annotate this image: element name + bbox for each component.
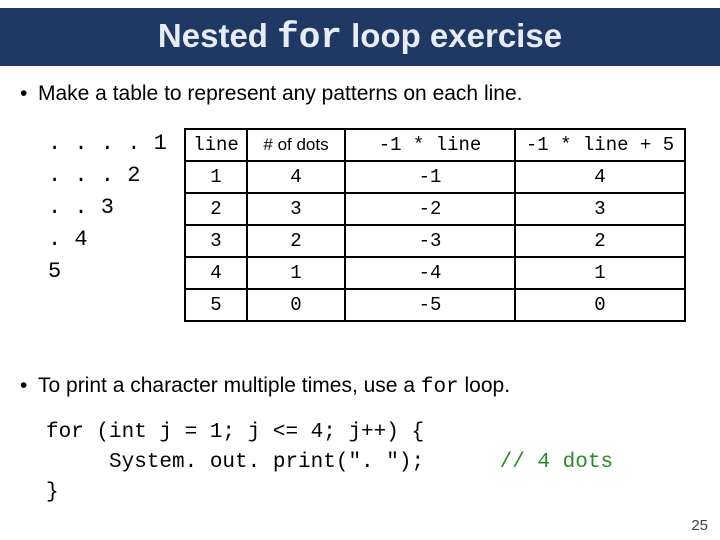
th-line: line bbox=[185, 129, 247, 161]
title-part1: Nested bbox=[158, 17, 277, 54]
table-row: 1 4 -1 4 bbox=[185, 161, 685, 193]
table-row: 5 0 -5 0 bbox=[185, 289, 685, 321]
cell: 0 bbox=[515, 289, 685, 321]
cell: 1 bbox=[185, 161, 247, 193]
code-line-1: for (int j = 1; j <= 4; j++) { bbox=[46, 421, 424, 444]
cell: 1 bbox=[247, 257, 345, 289]
cell: -5 bbox=[345, 289, 515, 321]
pattern-line-5: 5 bbox=[48, 259, 61, 284]
bullet-dot-icon: • bbox=[20, 374, 38, 398]
cell: 5 bbox=[185, 289, 247, 321]
bullet-1: •Make a table to represent any patterns … bbox=[20, 82, 522, 106]
code-comment: // 4 dots bbox=[424, 451, 613, 474]
pattern-line-1: . . . . 1 bbox=[48, 131, 167, 156]
slide-title: Nested for loop exercise bbox=[158, 17, 562, 58]
pattern-line-3: . . 3 bbox=[48, 195, 114, 220]
pattern-output: . . . . 1 . . . 2 . . 3 . 4 5 bbox=[48, 128, 167, 288]
code-block: for (int j = 1; j <= 4; j++) { System. o… bbox=[46, 418, 613, 508]
pattern-line-2: . . . 2 bbox=[48, 163, 140, 188]
th-expr1: -1 * line bbox=[345, 129, 515, 161]
page-number: 25 bbox=[691, 517, 708, 534]
cell: 4 bbox=[185, 257, 247, 289]
cell: 4 bbox=[247, 161, 345, 193]
cell: 1 bbox=[515, 257, 685, 289]
cell: -4 bbox=[345, 257, 515, 289]
pattern-table: line # of dots -1 * line -1 * line + 5 1… bbox=[184, 128, 686, 322]
th-expr2: -1 * line + 5 bbox=[515, 129, 685, 161]
bullet-1-text: Make a table to represent any patterns o… bbox=[38, 82, 522, 105]
title-part2: loop exercise bbox=[342, 17, 562, 54]
bullet-2-pre: To print a character multiple times, use… bbox=[38, 374, 421, 397]
table-row: 4 1 -4 1 bbox=[185, 257, 685, 289]
pattern-line-4: . 4 bbox=[48, 227, 88, 252]
table-row: 2 3 -2 3 bbox=[185, 193, 685, 225]
slide: Nested for loop exercise •Make a table t… bbox=[0, 0, 720, 540]
cell: 4 bbox=[515, 161, 685, 193]
cell: -3 bbox=[345, 225, 515, 257]
bullet-dot-icon: • bbox=[20, 82, 38, 106]
cell: 2 bbox=[185, 193, 247, 225]
bullet-2-mono: for bbox=[421, 376, 459, 399]
cell: 3 bbox=[247, 193, 345, 225]
cell: 2 bbox=[247, 225, 345, 257]
cell: 0 bbox=[247, 289, 345, 321]
title-band: Nested for loop exercise bbox=[0, 8, 720, 66]
th-dots: # of dots bbox=[247, 129, 345, 161]
cell: -1 bbox=[345, 161, 515, 193]
cell: 3 bbox=[185, 225, 247, 257]
table-header-row: line # of dots -1 * line -1 * line + 5 bbox=[185, 129, 685, 161]
bullet-2-post: loop. bbox=[459, 374, 510, 397]
bullet-2: •To print a character multiple times, us… bbox=[20, 374, 510, 399]
code-line-3: } bbox=[46, 481, 59, 504]
cell: 3 bbox=[515, 193, 685, 225]
cell: -2 bbox=[345, 193, 515, 225]
cell: 2 bbox=[515, 225, 685, 257]
title-mono: for bbox=[277, 17, 342, 58]
table-row: 3 2 -3 2 bbox=[185, 225, 685, 257]
code-line-2: System. out. print(". "); bbox=[46, 451, 424, 474]
